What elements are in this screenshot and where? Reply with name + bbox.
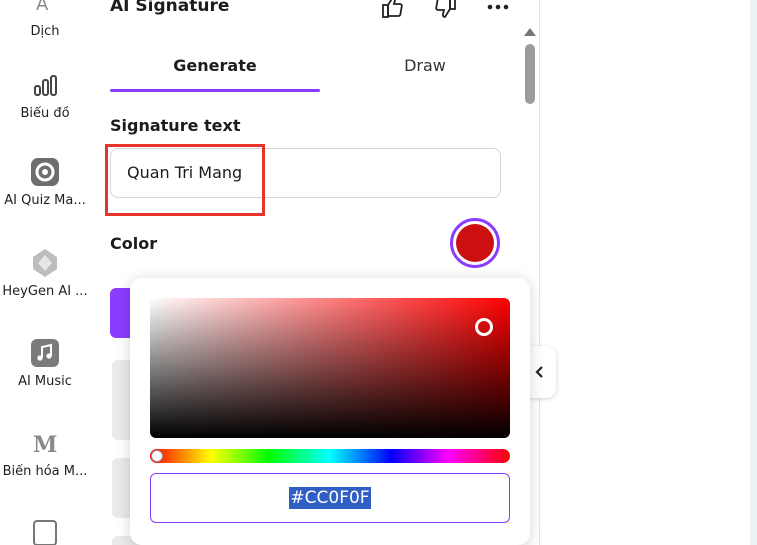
hue-slider[interactable]	[150, 449, 510, 463]
ai-quiz-app-icon	[30, 157, 60, 187]
design-canvas-area	[541, 0, 757, 545]
music-note-icon	[30, 338, 60, 368]
rail-item-heygen[interactable]: HeyGen AI ...	[0, 248, 90, 299]
panel-scrollbar-thumb[interactable]	[525, 44, 535, 104]
thumbs-up-button[interactable]	[378, 0, 408, 22]
thumbs-down-icon	[435, 0, 456, 18]
image-app-icon	[30, 518, 60, 545]
more-options-button[interactable]	[483, 0, 513, 22]
color-label: Color	[110, 234, 158, 253]
rail-item-chart[interactable]: Biểu đồ	[0, 70, 90, 121]
rail-item-label: AI Music	[18, 374, 72, 389]
svg-text:A: A	[36, 0, 49, 15]
heygen-app-icon	[30, 248, 60, 278]
rail-item-ai-quiz[interactable]: AI Quiz Ma...	[0, 157, 90, 208]
hex-color-input[interactable]: #CC0F0F	[150, 473, 510, 523]
canvas-page-edge	[750, 0, 757, 545]
rail-item-ai-music[interactable]: AI Music	[0, 338, 90, 389]
tab-draw[interactable]: Draw	[320, 50, 530, 92]
svg-text:M: M	[33, 432, 57, 458]
saturation-value-area[interactable]	[150, 298, 510, 438]
app-rail: A Dịch Biểu đồ AI Quiz Ma... HeyGen AI .…	[0, 0, 90, 545]
rail-item-more[interactable]	[0, 518, 90, 545]
chart-icon	[30, 70, 60, 100]
rail-item-translate[interactable]: A Dịch	[0, 0, 90, 39]
translate-icon: A	[30, 0, 60, 18]
saturation-value-handle[interactable]	[475, 318, 493, 336]
app-root: A Dịch Biểu đồ AI Quiz Ma... HeyGen AI .…	[0, 0, 757, 545]
rail-item-label: Biểu đồ	[20, 106, 70, 121]
rail-item-transform[interactable]: M Biến hóa M...	[0, 428, 90, 479]
rail-item-label: Biến hóa M...	[2, 464, 88, 479]
hex-value-selected: #CC0F0F	[289, 487, 371, 509]
thumbs-up-icon	[382, 0, 403, 18]
color-swatch	[456, 224, 494, 262]
panel-title: AI Signature	[110, 0, 230, 16]
tab-generate[interactable]: Generate	[110, 50, 320, 92]
signature-text-label: Signature text	[110, 116, 241, 135]
more-horizontal-icon	[487, 4, 509, 10]
transform-app-icon: M	[30, 428, 60, 458]
scroll-up-arrow[interactable]	[524, 28, 536, 36]
chevron-left-icon	[534, 366, 543, 378]
rail-item-label: HeyGen AI ...	[2, 284, 88, 299]
hue-slider-handle[interactable]	[151, 450, 163, 462]
rail-item-label: Dịch	[30, 24, 60, 39]
color-swatch-button[interactable]	[450, 218, 500, 268]
tab-bar: Generate Draw	[110, 50, 530, 92]
thumbs-down-button[interactable]	[430, 0, 460, 22]
rail-item-label: AI Quiz Ma...	[4, 193, 86, 208]
color-picker-popover: #CC0F0F	[130, 278, 530, 545]
annotation-highlight-box	[105, 144, 265, 216]
